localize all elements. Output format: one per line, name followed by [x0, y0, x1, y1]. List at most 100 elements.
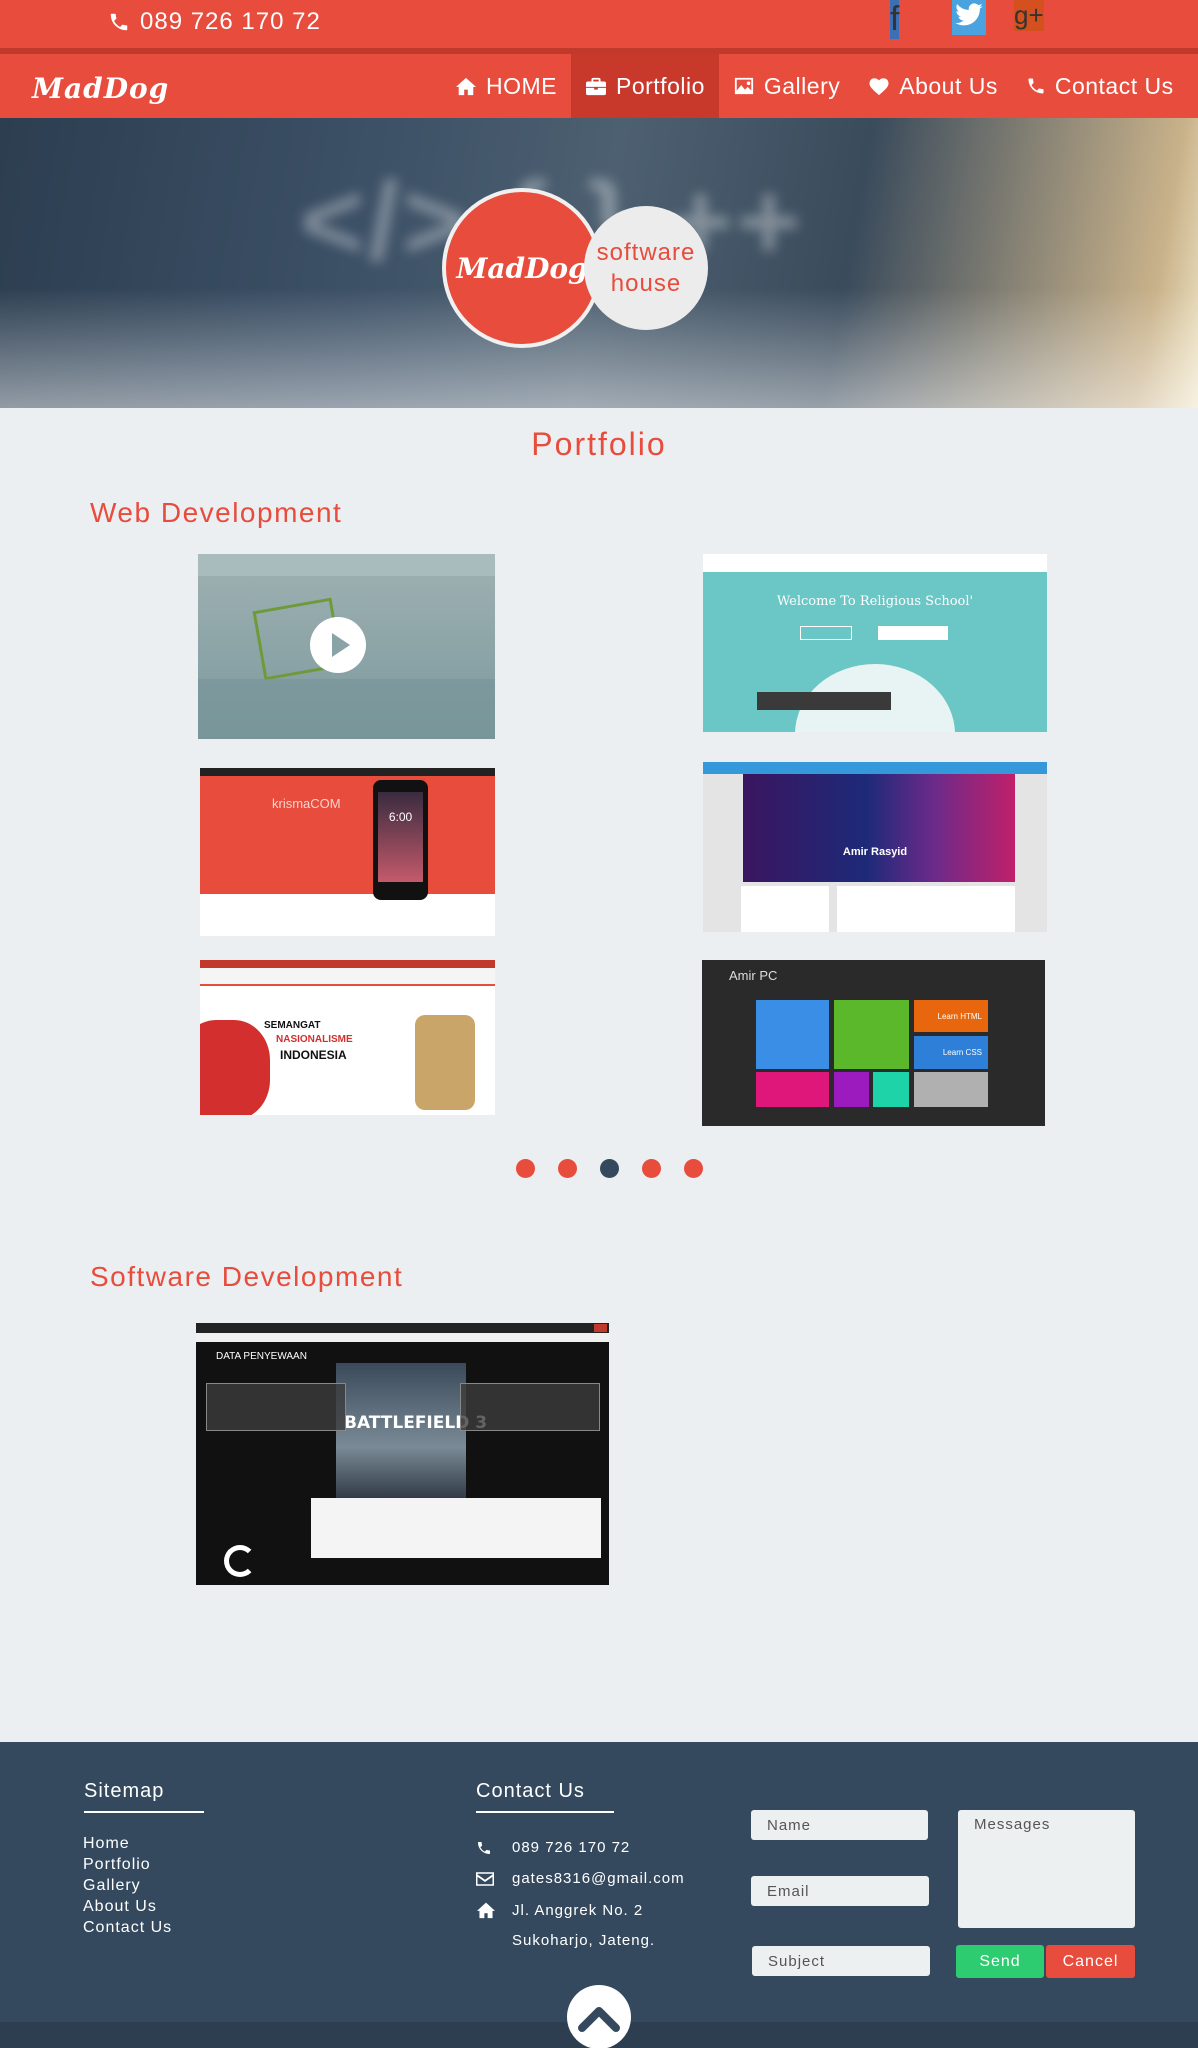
software-development-heading: Software Development — [90, 1261, 404, 1292]
envelope-icon — [476, 1871, 494, 1886]
portfolio-thumb-3[interactable]: krismaCOM 6:00 — [200, 768, 495, 936]
heart-icon — [869, 78, 889, 96]
sitemap-link-contact[interactable]: Contact Us — [83, 1917, 172, 1938]
thumb-3-banner — [200, 776, 495, 894]
facebook-button[interactable]: f — [890, 0, 900, 39]
thumb-6-tile-home — [756, 1000, 829, 1069]
nav-home[interactable]: HOME — [441, 54, 571, 118]
carousel-dot-1[interactable] — [516, 1159, 535, 1178]
contact-rule — [476, 1811, 614, 1813]
thumb-6-tile-html: Learn HTML — [914, 1000, 988, 1032]
thumb-5-text3: INDONESIA — [280, 1048, 347, 1062]
hero-tagline-line1: software — [596, 239, 696, 266]
site-logo[interactable]: MadDog — [32, 72, 169, 105]
thumb-5-header — [200, 960, 495, 968]
carousel-dot-4[interactable] — [642, 1159, 661, 1178]
portfolio-thumb-5[interactable]: SEMANGAT NASIONALISME INDONESIA — [200, 960, 495, 1115]
sitemap-link-about[interactable]: About Us — [83, 1896, 172, 1917]
thumb-4-card-b — [837, 886, 1015, 932]
nav-portfolio-label: Portfolio — [616, 72, 705, 99]
hero-banner: </> { } ++ MadDog softwarehouse — [0, 118, 1198, 408]
sitemap-link-home[interactable]: Home — [83, 1833, 172, 1854]
portfolio-thumb-1[interactable] — [198, 554, 495, 739]
thumb-6-tile-mobile — [873, 1072, 909, 1107]
contact-address-line1: Jl. Anggrek No. 2 — [512, 1901, 644, 1919]
thumb-3-phone: 6:00 — [373, 780, 428, 900]
software-grid — [311, 1498, 601, 1558]
thumb-2-heading: Welcome To Religious School' — [776, 594, 974, 609]
phone-icon — [478, 1841, 490, 1854]
home-icon — [456, 77, 476, 96]
thumb-5-flag — [200, 1020, 270, 1115]
thumb-6-tile-css: Learn CSS — [914, 1036, 988, 1069]
googleplus-button[interactable]: g+ — [1014, 0, 1044, 31]
contact-address: Jl. Anggrek No. 2 — [476, 1901, 643, 1919]
contact-address-line2: Sukoharjo, Jateng. — [512, 1932, 656, 1949]
hero-tagline: software house — [597, 237, 696, 299]
contact-heading: Contact Us — [476, 1780, 585, 1802]
carousel-dots — [516, 1159, 703, 1178]
hero-logo-text: MadDog — [456, 251, 588, 285]
nav-portfolio[interactable]: Portfolio — [571, 54, 719, 118]
briefcase-icon — [586, 77, 606, 96]
top-phone-number: 089 726 170 72 — [140, 8, 321, 35]
twitter-icon — [955, 3, 983, 26]
software-screenshot[interactable]: DATA PENYEWAAN BATTLEFIELD 3 — [196, 1323, 609, 1585]
sitemap-link-gallery[interactable]: Gallery — [83, 1875, 172, 1896]
nav-contact[interactable]: Contact Us — [1012, 54, 1188, 118]
nav-gallery[interactable]: Gallery — [719, 54, 854, 118]
page-title: Portfolio — [531, 426, 667, 462]
play-icon[interactable] — [310, 617, 366, 673]
carousel-dot-2[interactable] — [558, 1159, 577, 1178]
portfolio-thumb-2[interactable]: Welcome To Religious School' — [703, 554, 1047, 732]
thumb-2-button-b — [878, 626, 948, 640]
software-titlebar — [196, 1323, 609, 1333]
messages-field[interactable]: Messages — [958, 1810, 1135, 1928]
nav-about-label: About Us — [899, 72, 998, 99]
thumb-1-footer — [198, 679, 495, 739]
back-to-top-button[interactable] — [567, 1985, 631, 2048]
software-logo — [224, 1545, 256, 1577]
thumb-4-name: Amir Rasyid — [842, 846, 908, 858]
thumb-3-header — [200, 768, 495, 776]
software-group-b — [460, 1383, 600, 1431]
portfolio-thumb-6[interactable]: Amir PC Learn HTML Learn CSS — [702, 960, 1045, 1126]
thumb-3-phone-screen: 6:00 — [378, 792, 423, 882]
portfolio-thumb-4[interactable]: Amir Rasyid — [703, 762, 1047, 932]
nav-about[interactable]: About Us — [854, 54, 1012, 118]
twitter-button[interactable] — [952, 0, 986, 35]
contact-phone-text: 089 726 170 72 — [512, 1839, 631, 1856]
sitemap-list: Home Portfolio Gallery About Us Contact … — [83, 1833, 172, 1938]
thumb-2-button-a — [800, 626, 852, 640]
email-field[interactable]: Email — [751, 1876, 929, 1906]
thumb-5-figures — [415, 1015, 475, 1110]
cancel-button[interactable]: Cancel — [1046, 1945, 1135, 1978]
carousel-dot-5[interactable] — [684, 1159, 703, 1178]
googleplus-icon: g+ — [1014, 0, 1044, 30]
thumb-4-card-a — [741, 886, 829, 932]
software-group-a — [206, 1383, 346, 1431]
contact-email-text[interactable]: gates8316@gmail.com — [512, 1870, 685, 1887]
subject-field[interactable]: Subject — [752, 1946, 930, 1976]
software-menubar — [196, 1333, 609, 1342]
carousel-dot-3[interactable] — [600, 1159, 619, 1178]
thumb-6-tile-social — [914, 1072, 988, 1107]
send-button[interactable]: Send — [956, 1945, 1044, 1978]
software-bg-art — [336, 1363, 466, 1503]
name-field[interactable]: Name — [751, 1810, 928, 1840]
web-development-heading: Web Development — [90, 497, 343, 528]
sitemap-link-portfolio[interactable]: Portfolio — [83, 1854, 172, 1875]
thumb-5-text1: SEMANGAT — [264, 1020, 321, 1031]
thumb-2-header — [703, 554, 1047, 572]
nav-contact-label: Contact Us — [1054, 72, 1174, 99]
thumb-6-tile-download — [834, 1072, 869, 1107]
chevron-up-icon — [578, 2007, 620, 2032]
phone-icon — [110, 13, 128, 31]
phone-icon — [1028, 78, 1044, 94]
hero-logo-badge: MadDog — [442, 188, 602, 348]
image-icon — [734, 77, 753, 95]
nav-gallery-label: Gallery — [763, 72, 841, 99]
hero-tagline-badge: software house — [584, 206, 708, 330]
thumb-2-caption — [757, 692, 891, 710]
home-icon — [477, 1902, 495, 1919]
